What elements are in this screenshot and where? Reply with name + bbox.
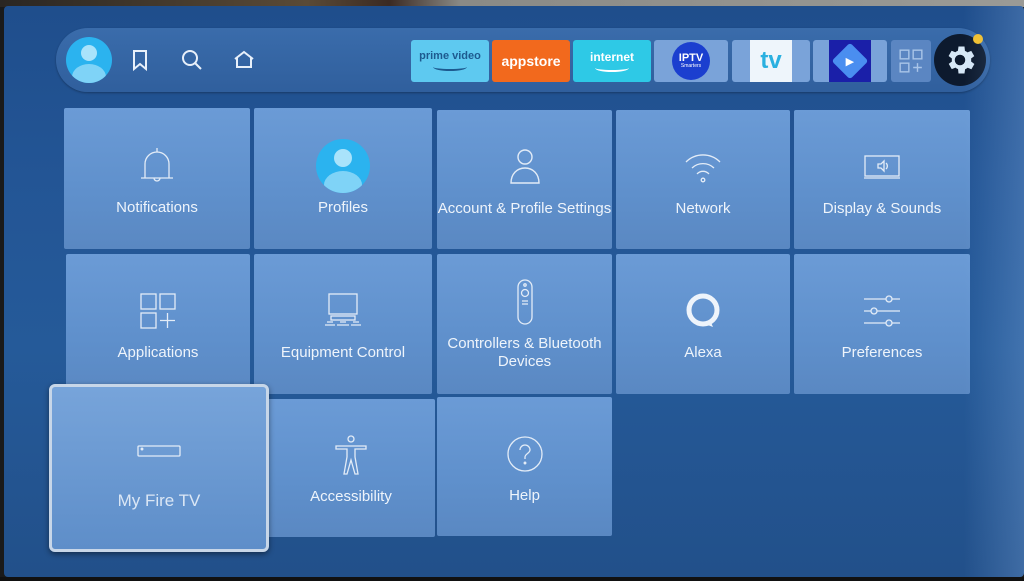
- tile-preferences[interactable]: Preferences: [794, 254, 970, 394]
- tile-label: Display & Sounds: [822, 199, 942, 217]
- remote-icon: [516, 279, 533, 325]
- appstore-label: appstore: [501, 53, 561, 69]
- tile-label: Equipment Control: [280, 344, 406, 361]
- tv-logo-icon: tv: [750, 40, 792, 82]
- tv-app[interactable]: tv: [732, 40, 810, 82]
- display-speaker-icon: [864, 154, 900, 179]
- internet-app[interactable]: internet: [573, 40, 651, 82]
- appstore-app[interactable]: appstore: [492, 40, 570, 82]
- sliders-icon: [864, 295, 900, 327]
- tile-label: Notifications: [116, 198, 198, 216]
- prime-video-label: prime video: [419, 50, 481, 62]
- tile-applications[interactable]: Applications: [66, 254, 250, 394]
- home-icon[interactable]: [232, 48, 256, 72]
- tile-notifications[interactable]: Notifications: [64, 108, 250, 249]
- tile-label: Applications: [117, 344, 199, 361]
- tile-label: My Fire TV: [117, 491, 201, 510]
- settings-notification-badge: [973, 34, 983, 44]
- tile-label: Account & Profile Settings: [437, 199, 612, 217]
- tv-bezel-bottom: [0, 577, 1024, 581]
- tile-help[interactable]: Help: [437, 397, 612, 536]
- smile-arrow-icon: [595, 64, 629, 72]
- tile-controllers-bluetooth[interactable]: Controllers & Bluetooth Devices: [437, 254, 612, 394]
- tile-label: Network: [675, 199, 731, 217]
- profile-avatar-icon[interactable]: [66, 37, 112, 83]
- tv-label: tv: [760, 47, 782, 74]
- search-icon[interactable]: [180, 48, 204, 72]
- tile-label: Preferences: [841, 344, 923, 361]
- tile-label: Help: [509, 486, 540, 504]
- prime-video-app[interactable]: prime video: [411, 40, 489, 82]
- all-apps-grid-icon: [899, 49, 923, 73]
- help-circle-icon: [506, 435, 543, 472]
- apps-grid-icon: [140, 293, 176, 329]
- player-app[interactable]: ▶: [813, 40, 887, 82]
- tile-alexa[interactable]: Alexa: [616, 254, 790, 394]
- tile-label: Controllers & Bluetooth Devices: [447, 335, 602, 370]
- tile-accessibility[interactable]: Accessibility: [267, 399, 435, 537]
- alexa-ring-icon: [686, 293, 720, 327]
- tile-label: Accessibility: [310, 488, 392, 505]
- tile-profiles[interactable]: Profiles: [254, 108, 432, 249]
- top-navigation-bar: prime video appstore internet IPTV Smart…: [56, 28, 990, 92]
- play-icon: ▶: [845, 55, 855, 68]
- tile-display-sounds[interactable]: Display & Sounds: [794, 110, 970, 249]
- bell-icon: [141, 147, 173, 182]
- bookmark-icon[interactable]: [128, 48, 152, 72]
- player-logo-icon: ▶: [829, 40, 871, 82]
- all-apps-button[interactable]: [891, 40, 931, 82]
- tile-my-fire-tv[interactable]: My Fire TV: [49, 384, 269, 552]
- smile-arrow-icon: [433, 63, 467, 71]
- tile-label: Profiles: [317, 198, 369, 216]
- wifi-icon: [685, 153, 721, 182]
- tv-equipment-icon: [325, 293, 361, 326]
- tile-label: Alexa: [684, 344, 722, 361]
- iptv-logo-icon: IPTV Smarters: [672, 42, 710, 80]
- profile-avatar-icon: [316, 138, 370, 193]
- gear-icon: [948, 46, 975, 74]
- iptv-smarters-app[interactable]: IPTV Smarters: [654, 40, 728, 82]
- fire-tv-settings-screen: prime video appstore internet IPTV Smart…: [4, 6, 1024, 577]
- person-icon: [509, 148, 540, 184]
- internet-label: internet: [589, 49, 634, 64]
- accessibility-icon: [335, 435, 367, 475]
- tile-equipment-control[interactable]: Equipment Control: [254, 254, 432, 394]
- fire-tv-device-icon: [137, 445, 181, 457]
- tile-network[interactable]: Network: [616, 110, 790, 249]
- iptv-sub-label: Smarters: [680, 63, 702, 69]
- tile-account-profile-settings[interactable]: Account & Profile Settings: [437, 110, 612, 249]
